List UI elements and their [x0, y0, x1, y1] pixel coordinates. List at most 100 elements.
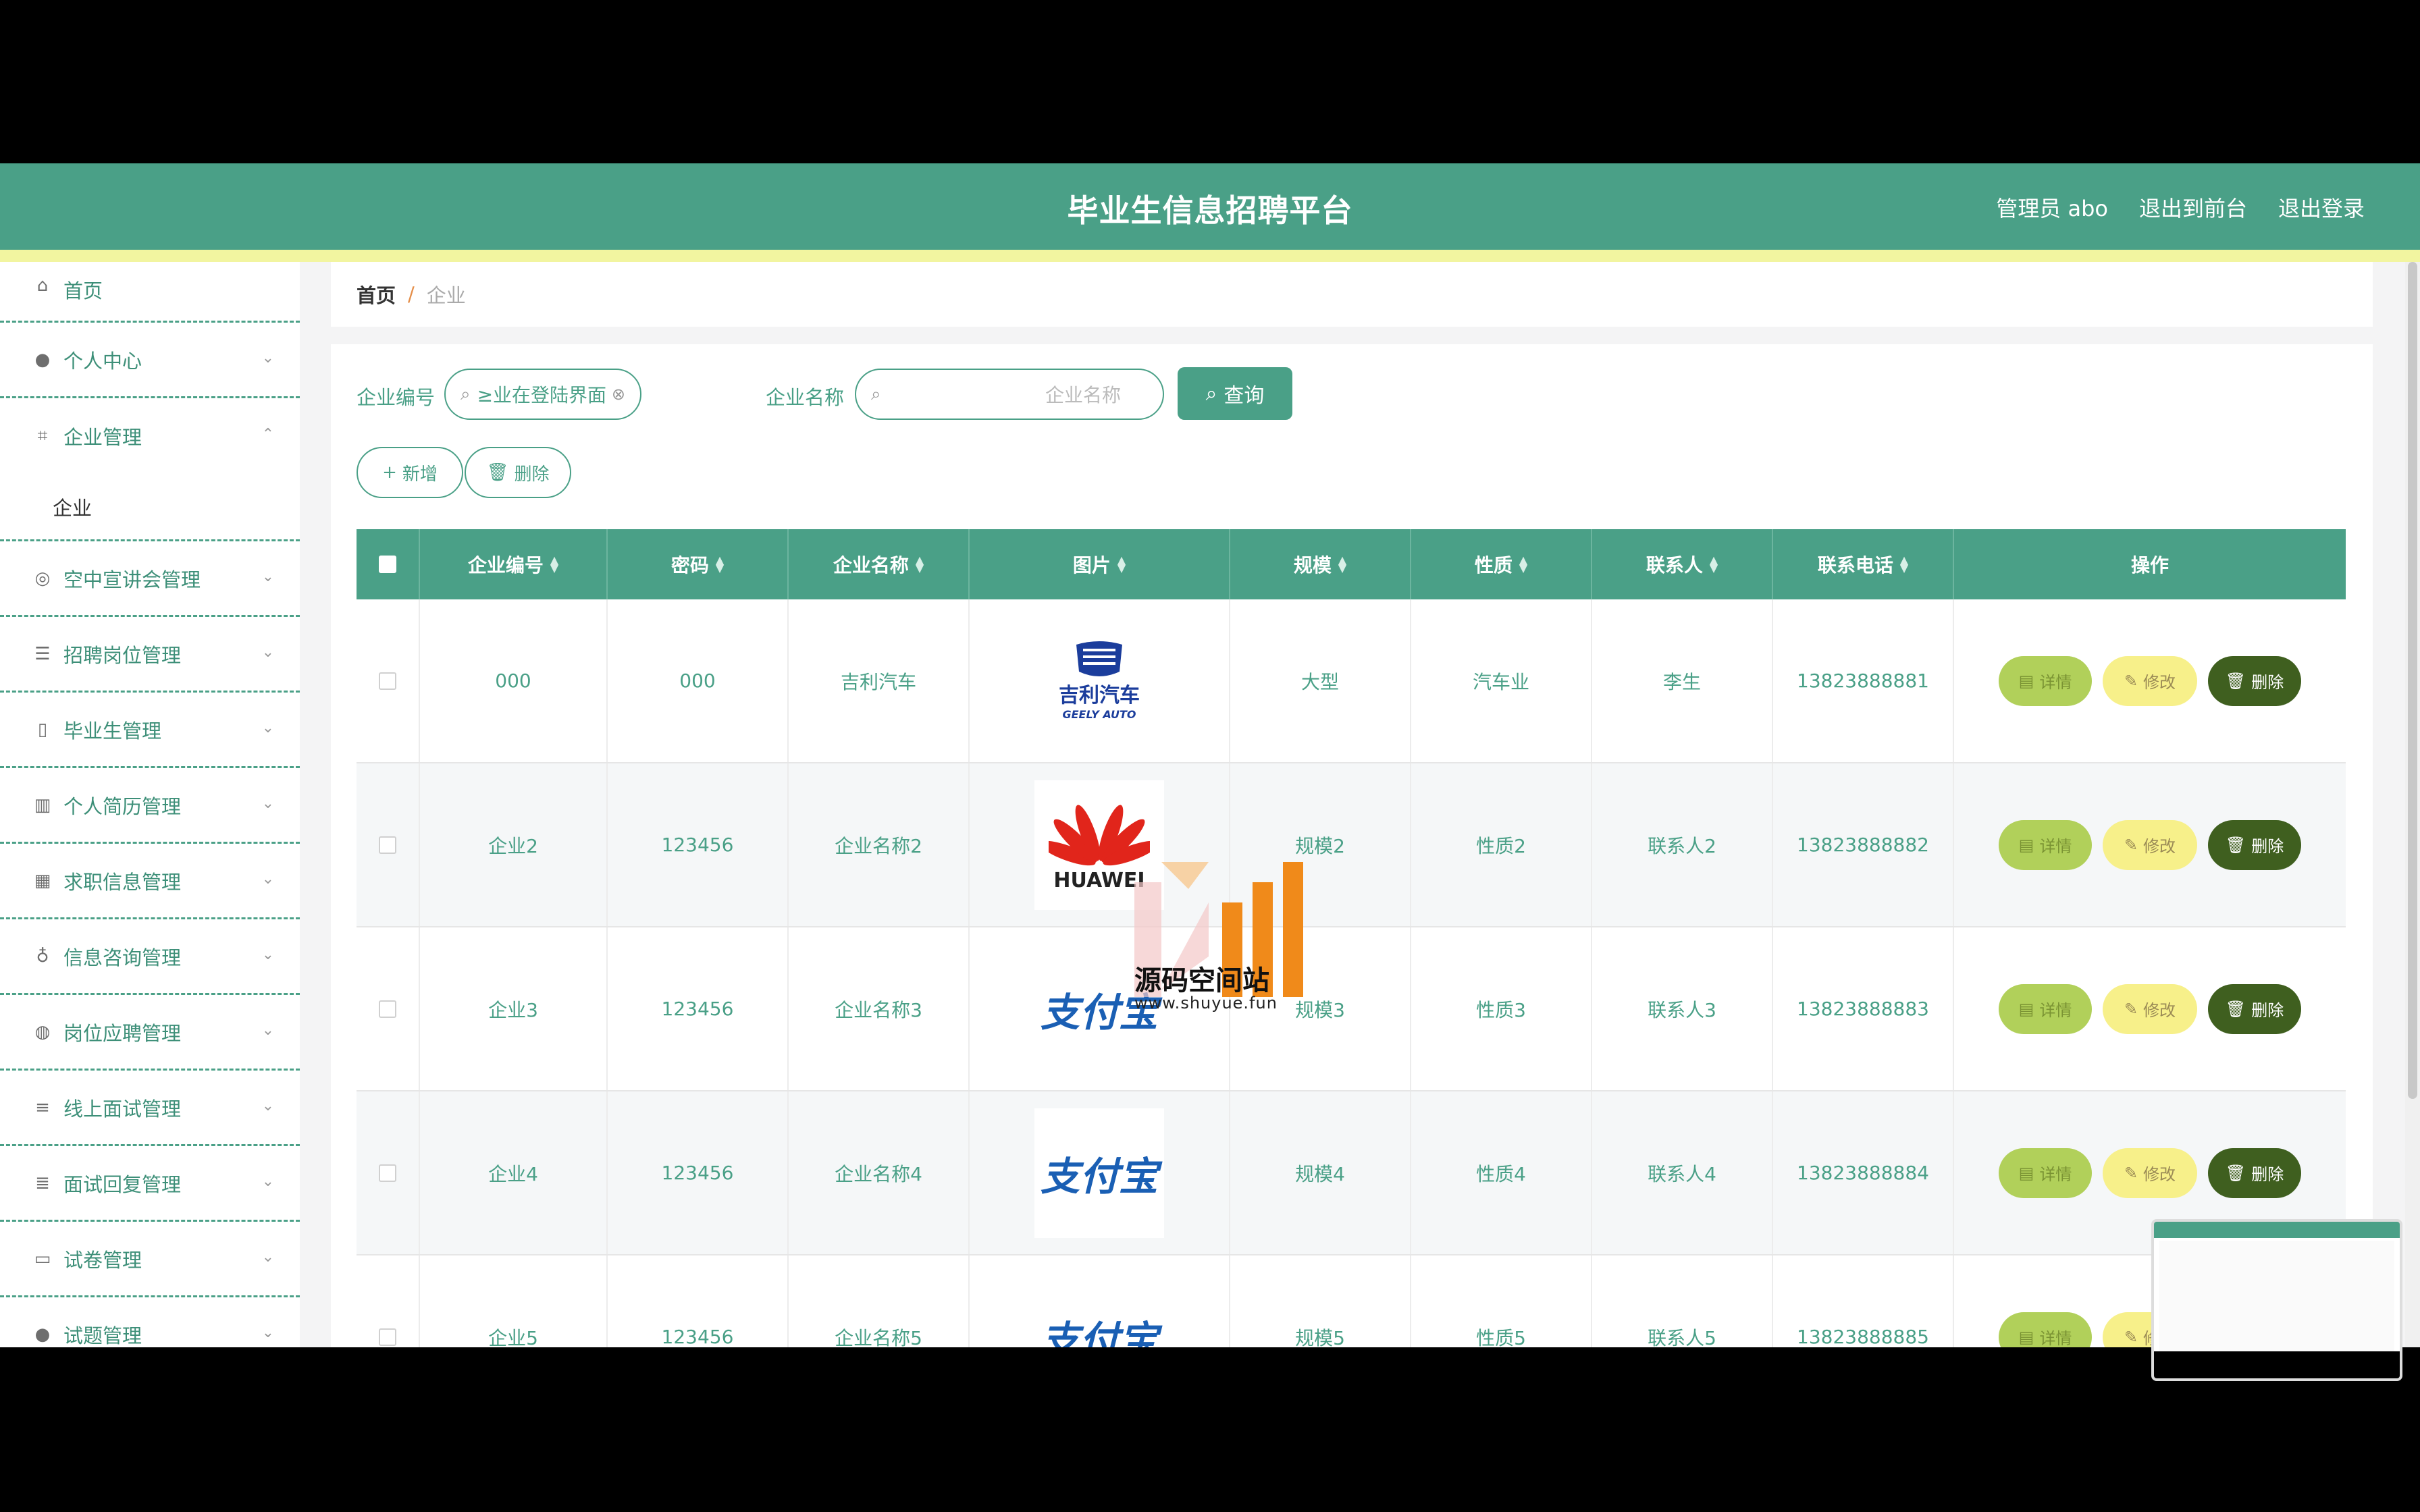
- edit-button[interactable]: ✎ 修改: [2103, 819, 2197, 870]
- pencil-icon: ✎: [2124, 999, 2138, 1019]
- delete-button[interactable]: 🗑 删除: [2208, 655, 2301, 706]
- microphone-icon: ▯: [37, 719, 48, 740]
- company-code-input[interactable]: ⌕ ≥业在登陆界面可以注册账号 ⊗: [444, 369, 641, 420]
- geely-logo-image[interactable]: 吉利汽车 GEELY AUTO: [1034, 616, 1164, 746]
- add-button[interactable]: + 新增: [357, 447, 463, 498]
- header-nature[interactable]: 性质 ▲ ▼: [1411, 529, 1592, 599]
- cell-image: 吉利汽车 GEELY AUTO: [970, 599, 1230, 762]
- huawei-logo-image[interactable]: HUAWEI: [1034, 780, 1164, 910]
- sidebar-item-online-interview[interactable]: ≡ 线上面试管理 ⌄: [0, 1071, 300, 1146]
- header-label: 操作: [2130, 554, 2169, 576]
- document-icon: ▤: [2018, 1327, 2034, 1347]
- detail-button[interactable]: ▤ 详情: [1999, 819, 2092, 870]
- detail-button[interactable]: ▤ 详情: [1999, 983, 2092, 1034]
- breadcrumb: 首页 / 企业: [331, 262, 2373, 327]
- detail-label: 详情: [2039, 1165, 2072, 1184]
- company-name-input[interactable]: ⌕ 企业名称: [855, 369, 1164, 420]
- document-icon: ▤: [2018, 999, 2034, 1019]
- sliders-icon: ☰: [34, 643, 51, 664]
- cell-phone: 13823888884: [1773, 1091, 1954, 1254]
- sort-icon: ▲ ▼: [715, 554, 725, 574]
- edit-button[interactable]: ✎ 修改: [2103, 1148, 2197, 1198]
- page-scrollbar[interactable]: [2405, 262, 2420, 1347]
- header-label: 企业编号: [467, 554, 544, 576]
- document-icon: ▤: [2018, 835, 2034, 855]
- delete-button[interactable]: 🗑 删除: [2208, 1148, 2301, 1198]
- header-code[interactable]: 企业编号 ▲ ▼: [420, 529, 608, 599]
- sidebar-item-home[interactable]: ⌂ 首页: [0, 262, 300, 323]
- sidebar-item-air-talk[interactable]: ◎ 空中宣讲会管理 ⌄: [0, 541, 300, 617]
- header-password[interactable]: 密码 ▲ ▼: [608, 529, 789, 599]
- edit-label: 修改: [2143, 837, 2176, 856]
- detail-button[interactable]: ▤ 详情: [1999, 1148, 2092, 1198]
- sidebar-subitem-company[interactable]: 企业: [0, 474, 300, 541]
- pencil-icon: ✎: [2124, 1163, 2138, 1183]
- detail-button[interactable]: ▤ 详情: [1999, 655, 2092, 706]
- pencil-icon: ✎: [2124, 671, 2138, 691]
- clear-icon[interactable]: ⊗: [612, 385, 625, 404]
- sidebar-item-interview-reply[interactable]: ≣ 面试回复管理 ⌄: [0, 1146, 300, 1222]
- query-button[interactable]: ⌕ 查询: [1178, 367, 1292, 420]
- sidebar-subitem-label: 企业: [53, 496, 93, 520]
- row-select-cell: [357, 1091, 420, 1254]
- select-all-cell: [357, 529, 420, 599]
- pencil-icon: ✎: [2124, 1327, 2138, 1347]
- alipay-logo-image[interactable]: 支付宝: [1034, 1108, 1164, 1238]
- mic-icon: ♁: [36, 946, 49, 967]
- trash-icon: 🗑: [2225, 671, 2246, 691]
- breadcrumb-home[interactable]: 首页: [357, 280, 396, 308]
- header-contact[interactable]: 联系人 ▲ ▼: [1592, 529, 1773, 599]
- header-name[interactable]: 企业名称 ▲ ▼: [789, 529, 970, 599]
- company-name-placeholder: 企业名称: [1045, 384, 1121, 406]
- alipay-logo-image[interactable]: 支付宝: [1034, 1272, 1164, 1348]
- exit-to-front-link[interactable]: 退出到前台: [2139, 192, 2247, 223]
- sidebar-item-job-posts[interactable]: ☰ 招聘岗位管理 ⌄: [0, 617, 300, 693]
- edit-button[interactable]: ✎ 修改: [2103, 655, 2197, 706]
- cell-name: 吉利汽车: [789, 599, 970, 762]
- sidebar-item-resumes[interactable]: ▥ 个人简历管理 ⌄: [0, 768, 300, 844]
- scroll-thumb[interactable]: [2408, 262, 2417, 1099]
- breadcrumb-current: 企业: [426, 284, 466, 307]
- row-checkbox[interactable]: [379, 1328, 396, 1346]
- plus-icon: +: [382, 462, 397, 483]
- crop-icon: ⌗: [37, 425, 48, 446]
- sidebar-item-questions[interactable]: ● 试题管理 ⌄: [0, 1297, 300, 1347]
- sidebar-item-personal[interactable]: ● 个人中心 ⌄: [0, 323, 300, 398]
- delete-button[interactable]: 🗑 删除: [2208, 983, 2301, 1034]
- geely-emblem-icon: [1076, 641, 1122, 676]
- row-select-cell: [357, 763, 420, 926]
- sidebar-item-company-mgmt[interactable]: ⌗ 企业管理 ⌃: [0, 398, 300, 474]
- delete-label: 删除: [2251, 1001, 2284, 1020]
- alipay-text: 支付宝: [1040, 1317, 1158, 1348]
- edit-button[interactable]: ✎ 修改: [2103, 983, 2197, 1034]
- detail-label: 详情: [2039, 673, 2072, 692]
- sidebar-item-consulting[interactable]: ♁ 信息咨询管理 ⌄: [0, 919, 300, 995]
- chevron-down-icon: ⌄: [261, 946, 274, 963]
- search-icon: ⌕: [1205, 381, 1217, 406]
- sidebar-item-graduates[interactable]: ▯ 毕业生管理 ⌄: [0, 693, 300, 768]
- sidebar-item-papers[interactable]: ▭ 试卷管理 ⌄: [0, 1222, 300, 1297]
- delete-button[interactable]: 🗑 删除: [2208, 819, 2301, 870]
- chevron-down-icon: ⌄: [261, 643, 274, 661]
- cell-name: 企业名称2: [789, 763, 970, 926]
- row-checkbox[interactable]: [379, 672, 396, 690]
- edit-label: 修改: [2143, 1165, 2176, 1184]
- search-icon: ⌕: [871, 383, 881, 404]
- row-checkbox[interactable]: [379, 836, 396, 854]
- trash-icon: 🗑: [2225, 835, 2246, 855]
- header-image[interactable]: 图片 ▲ ▼: [970, 529, 1230, 599]
- cell-phone: 13823888882: [1773, 763, 1954, 926]
- batch-delete-button[interactable]: 🗑 删除: [465, 447, 571, 498]
- header-label: 企业名称: [833, 554, 909, 576]
- row-checkbox[interactable]: [379, 1000, 396, 1018]
- sidebar-item-job-seeking[interactable]: ▦ 求职信息管理 ⌄: [0, 844, 300, 919]
- row-checkbox[interactable]: [379, 1164, 396, 1182]
- header-scale[interactable]: 规模 ▲ ▼: [1230, 529, 1411, 599]
- chevron-down-icon: ⌄: [261, 568, 274, 585]
- sidebar-item-label: 招聘岗位管理: [63, 643, 182, 667]
- detail-button[interactable]: ▤ 详情: [1999, 1312, 2092, 1347]
- select-all-checkbox[interactable]: [379, 556, 396, 573]
- sidebar-item-applications[interactable]: ◍ 岗位应聘管理 ⌄: [0, 995, 300, 1071]
- header-phone[interactable]: 联系电话 ▲ ▼: [1773, 529, 1954, 599]
- logout-link[interactable]: 退出登录: [2278, 192, 2365, 223]
